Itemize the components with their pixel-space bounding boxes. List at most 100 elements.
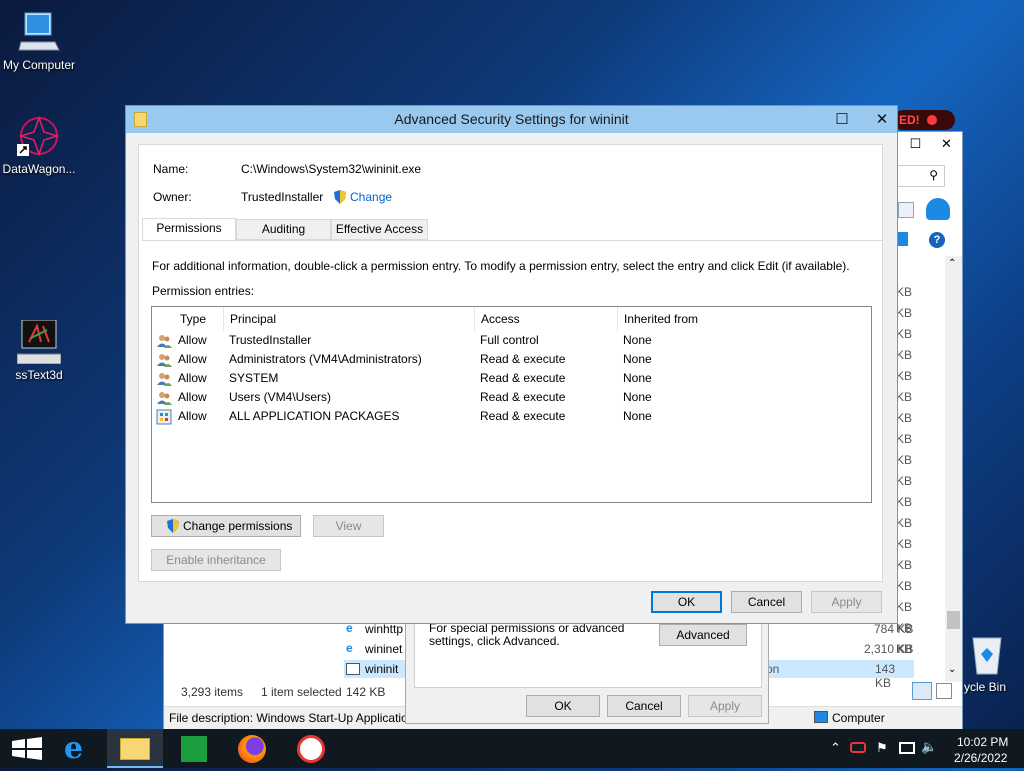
taskbar-app[interactable] [283, 729, 339, 768]
permission-entry-row[interactable]: Allow Users (VM4\Users) Read & execute None [152, 388, 871, 407]
users-group-icon [156, 371, 172, 387]
users-group-icon [156, 352, 172, 368]
large-icons-view-icon[interactable] [936, 683, 952, 699]
clock-date[interactable]: 2/26/2022 [954, 751, 1007, 765]
cancel-button[interactable]: Cancel [731, 591, 802, 613]
file-size: 2,310 KB [864, 642, 914, 656]
app-icon [297, 735, 325, 763]
internet-explorer-icon: e [64, 731, 84, 766]
app-packages-icon [156, 409, 172, 425]
size-fragment: KB [895, 474, 912, 488]
computer-label: Computer [832, 711, 885, 725]
taskbar-internet-explorer[interactable]: e [52, 729, 108, 768]
shell-icon[interactable] [926, 198, 950, 220]
advanced-button[interactable]: Advanced [659, 624, 747, 646]
column-header-access[interactable]: Access [475, 307, 618, 331]
entry-principal: ALL APPLICATION PACKAGES [229, 409, 400, 423]
view-toggle-icon[interactable] [898, 202, 914, 218]
size-fragment: KB [895, 348, 912, 362]
tab-permissions[interactable]: Permissions [142, 218, 236, 241]
column-header-inherited[interactable]: Inherited from [618, 307, 871, 331]
entry-inherited: None [623, 333, 652, 347]
recording-badge: ED! [893, 110, 955, 130]
selected-count: 1 item selected [261, 685, 342, 699]
maximize-icon[interactable]: ☐ [900, 132, 931, 156]
desktop-icon-datawagon[interactable]: DataWagon... [0, 114, 81, 176]
taskbar-firefox[interactable] [225, 729, 281, 768]
help-icon[interactable]: ? [929, 232, 945, 248]
camera-icon[interactable] [850, 742, 866, 753]
firefox-icon [238, 735, 266, 763]
details-view-icon[interactable] [912, 682, 932, 700]
size-fragment: KB [895, 390, 912, 404]
close-icon[interactable]: ✕ [931, 132, 962, 156]
network-icon[interactable] [899, 742, 915, 754]
folder-icon [120, 738, 150, 760]
flag-icon[interactable]: ⚑ [876, 740, 888, 756]
name-value: C:\Windows\System32\wininit.exe [241, 162, 422, 176]
apply-button[interactable]: Apply [811, 591, 882, 613]
advanced-security-dialog: Advanced Security Settings for wininit ☐… [125, 105, 898, 624]
show-hidden-icons-icon[interactable]: ⌃ [830, 740, 841, 756]
permission-entry-row[interactable]: Allow ALL APPLICATION PACKAGES Read & exec… [152, 407, 871, 426]
size-fragment: KB [895, 453, 912, 467]
enable-inheritance-button[interactable]: Enable inheritance [151, 549, 281, 571]
scroll-thumb[interactable] [947, 611, 960, 629]
column-header-principal[interactable]: Principal [224, 307, 475, 331]
entry-access: Full control [480, 333, 539, 347]
owner-value: TrustedInstaller [241, 190, 324, 204]
explorer-title-controls: ☐ ✕ [900, 132, 962, 156]
tab-auditing[interactable]: Auditing [236, 219, 331, 240]
scroll-up-icon[interactable]: ⌃ [948, 258, 956, 269]
size-fragment: KB [895, 537, 912, 551]
clock-time[interactable]: 10:02 PM [957, 735, 1008, 749]
size-fragment: KB [895, 558, 912, 572]
properties-ok-button[interactable]: OK [526, 695, 600, 717]
maximize-icon[interactable]: ☐ [822, 106, 862, 133]
taskbar-store[interactable] [167, 729, 223, 768]
name-label: Name: [153, 162, 189, 176]
tab-effective-access[interactable]: Effective Access [331, 219, 428, 240]
file-row[interactable]: e wininet [344, 640, 404, 658]
desktop-icon-sstext3d[interactable]: ssText3d [0, 319, 81, 382]
permission-entry-row[interactable]: Allow Administrators (VM4\Administrators)… [152, 350, 871, 369]
taskbar: e ⌃ ⚑ 🔈 10:02 PM 2/26/2022 [0, 729, 1024, 768]
change-permissions-button[interactable]: Change permissions [151, 515, 301, 537]
search-icon: ⚲ [929, 168, 938, 182]
size-fragment: KB [895, 369, 912, 383]
start-button[interactable] [0, 729, 56, 768]
datawagon-icon [17, 114, 61, 158]
pane-toggle-icon[interactable] [898, 232, 908, 246]
volume-muted-icon[interactable]: 🔈 [921, 739, 937, 755]
dialog-title-bar[interactable]: Advanced Security Settings for wininit ☐… [126, 106, 897, 133]
size-fragment: KB [895, 516, 912, 530]
change-permissions-label: Change permissions [183, 519, 293, 533]
owner-label: Owner: [153, 190, 192, 204]
column-header-type[interactable]: Type [174, 307, 224, 331]
change-owner-link[interactable]: Change [350, 190, 392, 204]
item-count: 3,293 items [181, 685, 244, 699]
properties-dialog: For special permissions or advanced sett… [405, 612, 769, 724]
desktop-icon-my-computer[interactable]: My Computer [0, 10, 81, 72]
view-button[interactable]: View [313, 515, 384, 537]
permission-entry-row[interactable]: Allow TrustedInstaller Full control None [152, 331, 871, 350]
entry-type: Allow [178, 390, 207, 404]
properties-cancel-button[interactable]: Cancel [607, 695, 681, 717]
size-fragment: KB [895, 600, 912, 614]
permission-entry-row[interactable]: Allow SYSTEM Read & execute None [152, 369, 871, 388]
file-list-scrollbar[interactable]: ⌃ ⌄ [945, 256, 962, 682]
size-fragment: KB [895, 285, 912, 299]
size-fragment: KB [895, 306, 912, 320]
scroll-down-icon[interactable]: ⌄ [948, 664, 956, 675]
taskbar-file-explorer[interactable] [107, 729, 163, 768]
users-group-icon [156, 390, 172, 406]
ok-button[interactable]: OK [651, 591, 722, 613]
properties-apply-button[interactable]: Apply [688, 695, 762, 717]
entry-type: Allow [178, 371, 207, 385]
search-box[interactable]: ⚲ [897, 165, 945, 187]
entry-type: Allow [178, 409, 207, 423]
close-icon[interactable]: ✕ [862, 106, 902, 133]
uac-shield-icon [333, 189, 347, 208]
permission-entries-list[interactable]: Type Principal Access Inherited from All… [151, 306, 872, 503]
dialog-title: Advanced Security Settings for wininit [394, 111, 629, 127]
